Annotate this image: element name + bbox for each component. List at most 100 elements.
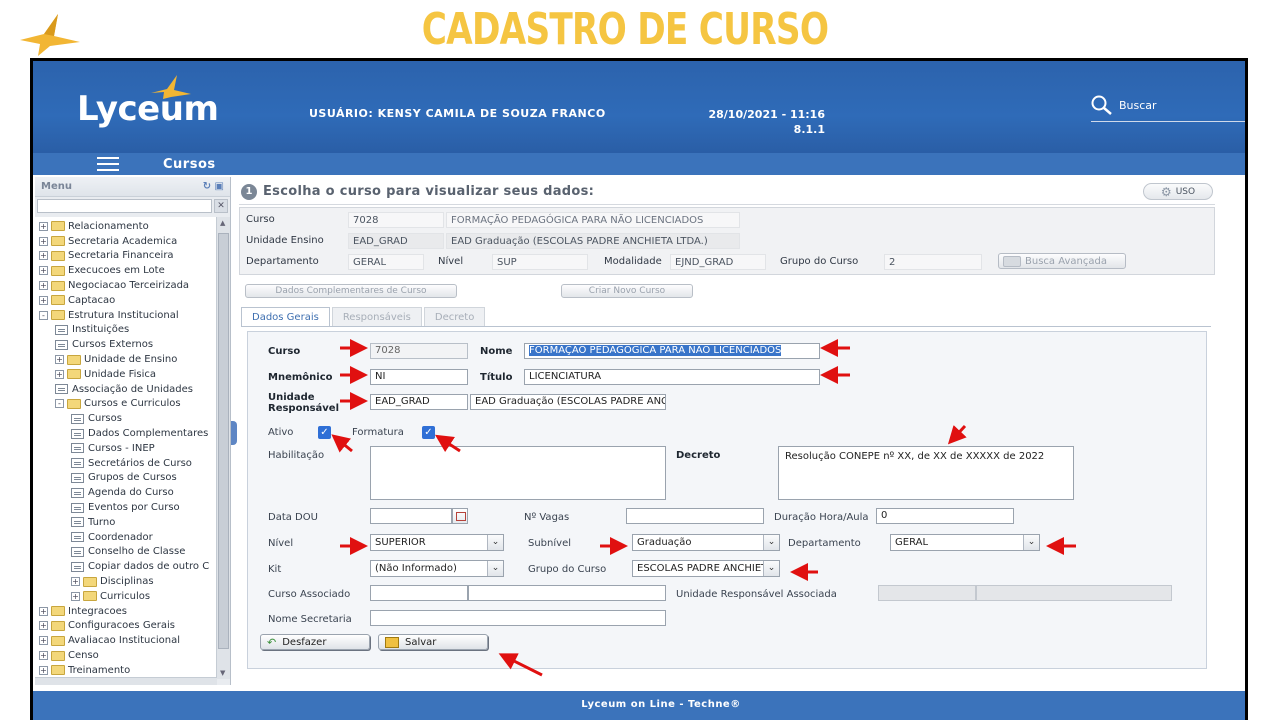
summary-departamento-value: GERAL xyxy=(348,254,424,270)
expand-icon[interactable]: + xyxy=(39,221,48,231)
sidebar-item[interactable]: - Estrutura Institucional xyxy=(35,308,217,323)
expand-icon[interactable]: + xyxy=(71,591,80,601)
salvar-button[interactable]: Salvar xyxy=(378,634,488,650)
folder-icon xyxy=(51,236,65,247)
sidebar-item[interactable]: Grupos de Cursos xyxy=(35,471,217,486)
sidebar-item[interactable]: + Integracoes xyxy=(35,604,217,619)
sidebar-item[interactable]: Associação de Unidades xyxy=(35,382,217,397)
expand-icon[interactable]: + xyxy=(39,606,48,616)
sidebar-item[interactable]: - Cursos e Curriculos xyxy=(35,397,217,412)
decreto-textarea[interactable]: Resolução CONEPE nº XX, de XX de XXXXX d… xyxy=(778,446,1074,500)
uso-button[interactable]: ⚙ USO xyxy=(1143,183,1213,200)
sidebar-item[interactable]: + Unidade Fisica xyxy=(35,367,217,382)
sidebar-item[interactable]: + Configuracoes Gerais xyxy=(35,619,217,634)
sidebar-item[interactable]: + Avaliacao Institucional xyxy=(35,633,217,648)
formatura-checkbox[interactable]: ✓ xyxy=(422,426,435,439)
unidade-associada-label: Unidade Responsável Associada xyxy=(676,589,837,600)
sidebar-item[interactable]: + Negociacao Terceirizada xyxy=(35,278,217,293)
sidebar-item[interactable]: Instituições xyxy=(35,323,217,338)
criar-novo-curso-button[interactable]: Criar Novo Curso xyxy=(561,284,693,298)
sidebar-item[interactable]: Conselho de Classe xyxy=(35,545,217,560)
unidade-code-field[interactable]: EAD_GRAD xyxy=(370,394,468,410)
expand-icon[interactable]: + xyxy=(39,636,48,646)
expand-icon[interactable]: + xyxy=(39,236,48,246)
curso-associado-name-field[interactable] xyxy=(468,585,666,601)
sidebar-item[interactable]: Coordenador xyxy=(35,530,217,545)
sidebar-item[interactable]: Cursos - INEP xyxy=(35,441,217,456)
kit-select[interactable]: (Não Informado) ⌄ xyxy=(370,560,504,577)
expand-icon[interactable]: + xyxy=(55,369,64,379)
sidebar-item-label: Relacionamento xyxy=(68,220,149,232)
departamento-select[interactable]: GERAL ⌄ xyxy=(890,534,1040,551)
sidebar-item[interactable]: Copiar dados de outro C xyxy=(35,559,217,574)
sidebar-item[interactable]: + Secretaria Financeira xyxy=(35,249,217,264)
grupo-curso-select[interactable]: ESCOLAS PADRE ANCHIETA ⌄ xyxy=(632,560,780,577)
curso-associado-code-field[interactable] xyxy=(370,585,468,601)
expand-icon[interactable]: + xyxy=(71,577,80,587)
sidebar-item[interactable]: Eventos por Curso xyxy=(35,500,217,515)
sidebar-item[interactable]: Agenda do Curso xyxy=(35,485,217,500)
sidebar-item[interactable]: + Execucoes em Lote xyxy=(35,263,217,278)
sidebar-item-label: Eventos por Curso xyxy=(88,502,180,514)
nome-secretaria-field[interactable] xyxy=(370,610,666,626)
vagas-label: Nº Vagas xyxy=(524,512,570,523)
curso-field[interactable]: 7028 xyxy=(370,343,468,359)
expand-icon[interactable]: + xyxy=(39,665,48,675)
calendar-icon[interactable] xyxy=(452,508,468,524)
tab-responsaveis[interactable]: Responsáveis xyxy=(331,307,422,327)
sidebar-horizontal-scrollbar[interactable] xyxy=(35,677,217,685)
expand-icon[interactable]: + xyxy=(39,295,48,305)
sidebar-item[interactable]: + Censo xyxy=(35,648,217,663)
data-dou-field[interactable] xyxy=(370,508,452,524)
summary-grupo-value: 2 xyxy=(884,254,982,270)
tab-dados-gerais[interactable]: Dados Gerais xyxy=(241,307,330,327)
subnivel-label: Subnível xyxy=(528,538,571,549)
sidebar-scrollbar[interactable]: ▲ ▼ xyxy=(216,217,230,679)
sidebar-item-label: Disciplinas xyxy=(100,576,154,588)
sidebar-item[interactable]: + Treinamento xyxy=(35,663,217,678)
desfazer-button[interactable]: ↶ Desfazer xyxy=(260,634,370,650)
expand-icon[interactable]: + xyxy=(39,281,48,291)
sidebar-item[interactable]: Secretários de Curso xyxy=(35,456,217,471)
expand-icon[interactable]: + xyxy=(39,251,48,261)
sidebar-item[interactable]: + Disciplinas xyxy=(35,574,217,589)
nome-field[interactable]: FORMAÇÃO PEDAGÓGICA PARA NÃO LICENCIADOS xyxy=(524,343,820,359)
nivel-select[interactable]: SUPERIOR ⌄ xyxy=(370,534,504,551)
sidebar-item[interactable]: Cursos Externos xyxy=(35,337,217,352)
ativo-checkbox[interactable]: ✓ xyxy=(318,426,331,439)
sidebar-item[interactable]: Turno xyxy=(35,515,217,530)
advanced-search-button[interactable]: Busca Avançada xyxy=(998,253,1126,269)
pin-icon[interactable]: ↻ ▣ xyxy=(203,181,224,192)
subnivel-select[interactable]: Graduação ⌄ xyxy=(632,534,780,551)
document-icon xyxy=(71,458,84,469)
expand-icon[interactable]: + xyxy=(55,355,64,365)
habilitacao-textarea[interactable] xyxy=(370,446,666,500)
vagas-field[interactable] xyxy=(626,508,764,524)
mnemonico-field[interactable]: NI xyxy=(370,369,468,385)
hamburger-menu-icon[interactable] xyxy=(97,157,119,171)
duracao-field[interactable]: 0 xyxy=(876,508,1014,524)
tab-decreto[interactable]: Decreto xyxy=(423,307,486,327)
sidebar-item[interactable]: + Relacionamento xyxy=(35,219,217,234)
expand-icon[interactable]: + xyxy=(39,266,48,276)
dados-complementares-button[interactable]: Dados Complementares de Curso xyxy=(245,284,457,298)
folder-icon xyxy=(51,295,65,306)
collapse-icon[interactable]: - xyxy=(55,399,64,409)
collapse-icon[interactable]: - xyxy=(39,310,48,320)
duracao-label: Duração Hora/Aula xyxy=(774,512,869,523)
clear-search-icon[interactable]: ✕ xyxy=(214,199,228,213)
sidebar-item[interactable]: + Curriculos xyxy=(35,589,217,604)
header-search-button[interactable]: Buscar xyxy=(1091,95,1245,122)
titulo-field[interactable]: LICENCIATURA xyxy=(524,369,820,385)
unidade-name-field[interactable]: EAD Graduação (ESCOLAS PADRE ANCHIETA LT… xyxy=(470,394,666,410)
sidebar-search-input[interactable] xyxy=(37,199,212,213)
sidebar-item[interactable]: Cursos xyxy=(35,411,217,426)
expand-icon[interactable]: + xyxy=(39,621,48,631)
document-icon xyxy=(71,561,84,572)
sidebar-item[interactable]: Dados Complementares xyxy=(35,426,217,441)
sidebar-item[interactable]: + Captacao xyxy=(35,293,217,308)
sidebar-item[interactable]: + Unidade de Ensino xyxy=(35,352,217,367)
sidebar-item[interactable]: + Secretaria Academica xyxy=(35,234,217,249)
sidebar-item-label: Estrutura Institucional xyxy=(68,309,179,321)
expand-icon[interactable]: + xyxy=(39,651,48,660)
